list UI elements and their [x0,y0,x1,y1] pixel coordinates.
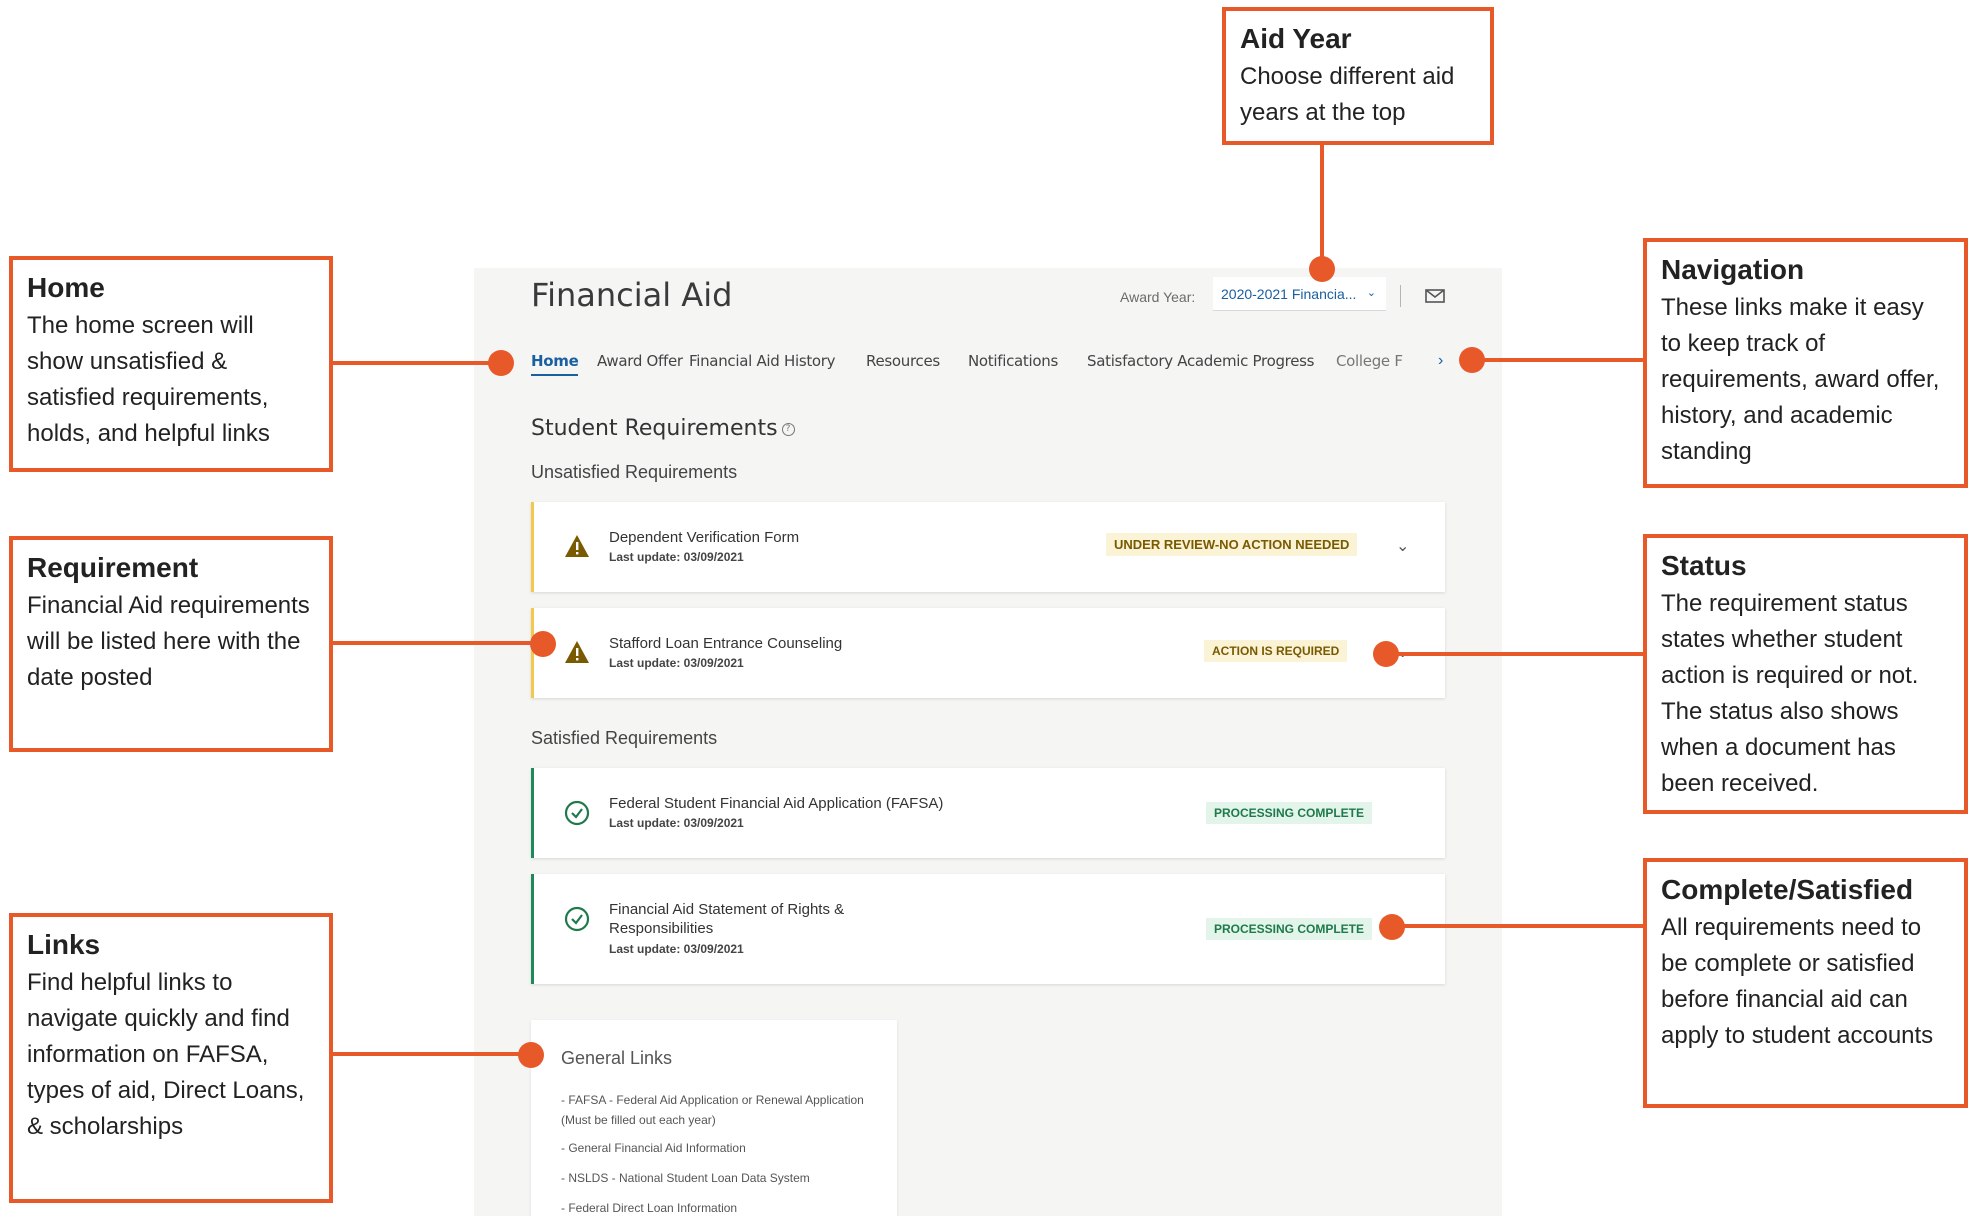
requirement-name: Stafford Loan Entrance Counseling [609,635,843,652]
connector-line [333,1052,533,1056]
help-icon[interactable]: ? [781,422,795,436]
requirement-card[interactable]: Federal Student Financial Aid Applicatio… [531,768,1445,858]
chevron-right-icon[interactable]: › [1438,352,1443,370]
check-circle-icon [564,906,590,932]
tab-financial-aid-history[interactable]: Financial Aid History [689,352,836,370]
mail-icon[interactable] [1425,289,1445,303]
callout-body: All requirements need to be complete or … [1661,914,1934,1049]
connector-line [1386,652,1643,656]
connector-line [333,361,493,365]
callout-navigation: Navigation These links make it easy to k… [1643,238,1968,488]
requirement-card[interactable]: Stafford Loan Entrance Counseling Last u… [531,608,1445,698]
callout-body: Financial Aid requirements will be liste… [27,592,310,691]
requirement-name: Financial Aid Statement of Rights & Resp… [609,900,844,938]
requirement-date: Last update: 03/09/2021 [609,656,744,670]
connector-line [1320,145,1324,267]
callout-title: Status [1661,550,1747,581]
requirement-name-line: Financial Aid Statement of Rights & [609,901,845,918]
award-year-label: Award Year: [1120,289,1196,305]
callout-marker [488,350,514,376]
callout-home: Home The home screen will show unsatisfi… [9,256,333,472]
general-links-title: General Links [561,1048,673,1068]
callout-marker [518,1042,544,1068]
chevron-down-icon[interactable]: ⌄ [1396,536,1409,556]
callout-title: Complete/Satisfied [1661,874,1914,905]
callout-body: The requirement status states whether st… [1661,590,1919,797]
callout-marker [1379,914,1405,940]
general-links-card: General Links - FAFSA - Federal Aid Appl… [531,1020,897,1216]
callout-complete: Complete/Satisfied All requirements need… [1643,858,1968,1108]
callout-marker [1373,641,1399,667]
financial-aid-app: Financial Aid Award Year: 2020-2021 Fina… [474,268,1502,1216]
check-circle-icon [564,800,590,826]
callout-body: The home screen will show unsatisfied & … [27,312,270,447]
callout-title: Requirement [27,552,199,583]
tab-notifications[interactable]: Notifications [968,352,1058,370]
divider [1400,285,1401,307]
callout-body: Choose different aid years at the top [1240,63,1455,126]
link-nslds[interactable]: - NSLDS - National Student Loan Data Sys… [561,1168,871,1188]
requirement-name: Federal Student Financial Aid Applicatio… [609,795,944,812]
callout-marker [1309,256,1335,282]
callout-title: Aid Year [1240,23,1352,54]
status-badge: PROCESSING COMPLETE [1206,918,1373,940]
requirement-name: Dependent Verification Form [609,529,800,546]
callout-requirement: Requirement Financial Aid requirements w… [9,536,333,752]
status-badge: PROCESSING COMPLETE [1206,802,1373,824]
callout-title: Home [27,272,105,303]
connector-line [1484,358,1643,362]
warning-icon [565,535,589,557]
tab-resources[interactable]: Resources [866,352,940,370]
callout-title: Navigation [1661,254,1805,285]
callout-aid-year: Aid Year Choose different aid years at t… [1222,7,1494,145]
status-badge: ACTION IS REQUIRED [1204,640,1348,662]
link-direct-loan[interactable]: - Federal Direct Loan Information [561,1198,871,1216]
page-title: Financial Aid [531,276,733,314]
warning-icon [565,641,589,663]
callout-marker [1459,347,1485,373]
callout-body: Find helpful links to navigate quickly a… [27,969,305,1140]
callout-status: Status The requirement status states whe… [1643,534,1968,814]
requirement-card[interactable]: Dependent Verification Form Last update:… [531,502,1445,592]
student-requirements-title: Student Requirements [531,416,778,441]
connector-line [333,641,541,645]
satisfied-heading: Satisfied Requirements [531,728,718,748]
requirement-date: Last update: 03/09/2021 [609,942,744,956]
callout-marker [530,631,556,657]
requirement-date: Last update: 03/09/2021 [609,550,744,564]
callout-body: These links make it easy to keep track o… [1661,294,1940,465]
award-year-value: 2020-2021 Financia... [1221,286,1357,302]
requirement-card[interactable]: Financial Aid Statement of Rights & Resp… [531,874,1445,984]
tab-award-offer[interactable]: Award Offer [597,352,683,370]
tab-college-financing[interactable]: College F [1336,352,1403,370]
chevron-down-icon: ⌄ [1366,287,1376,299]
link-general-info[interactable]: - General Financial Aid Information [561,1138,871,1158]
status-badge: UNDER REVIEW-NO ACTION NEEDED [1106,533,1358,556]
unsatisfied-heading: Unsatisfied Requirements [531,462,738,482]
requirement-name-line: Responsibilities [609,920,714,937]
callout-links: Links Find helpful links to navigate qui… [9,913,333,1203]
tab-satisfactory-academic-progress[interactable]: Satisfactory Academic Progress [1087,352,1314,370]
connector-line [1392,924,1643,928]
callout-title: Links [27,929,101,960]
tab-home[interactable]: Home [531,352,579,376]
link-fafsa[interactable]: - FAFSA - Federal Aid Application or Ren… [561,1090,871,1130]
award-year-select[interactable]: 2020-2021 Financia... ⌄ [1213,277,1386,311]
student-requirements-heading: Student Requirements? [531,416,795,441]
requirement-date: Last update: 03/09/2021 [609,816,744,830]
